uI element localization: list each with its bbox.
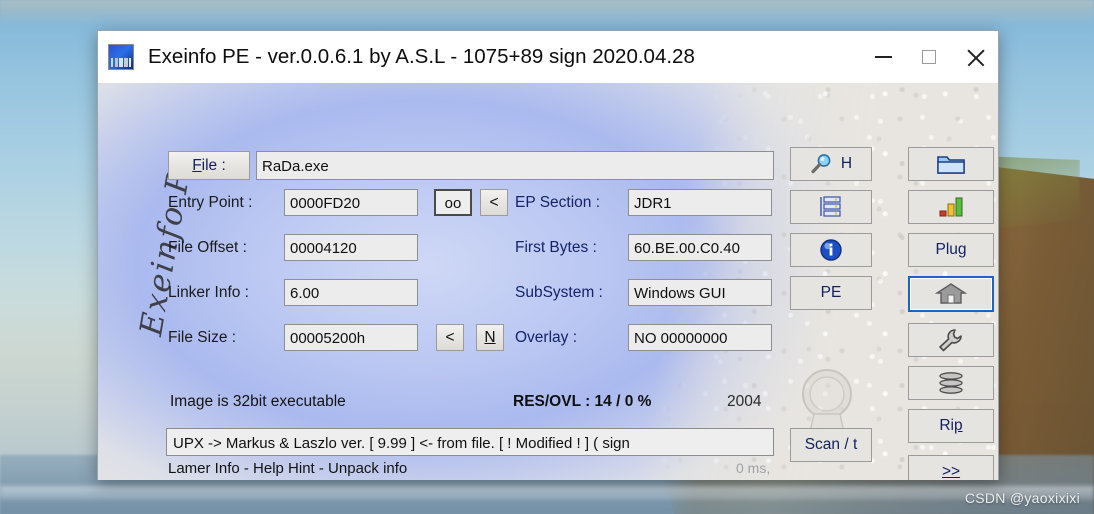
plugins-button-label: Plug bbox=[935, 241, 967, 258]
plugins-button[interactable]: Plug bbox=[908, 233, 994, 267]
home-button[interactable] bbox=[908, 276, 994, 312]
first-bytes-input[interactable]: 60.BE.00.C0.40 bbox=[628, 234, 772, 261]
linker-info-label: Linker Info : bbox=[168, 284, 249, 301]
window-controls bbox=[860, 31, 998, 83]
stack-icon bbox=[939, 372, 963, 394]
detection-result-field[interactable]: UPX -> Markus & Laszlo ver. [ 9.99 ] <- … bbox=[166, 428, 774, 456]
title-bar: Exeinfo PE - ver.0.0.6.1 by A.S.L - 1075… bbox=[98, 31, 998, 83]
linker-info-input[interactable]: 6.00 bbox=[284, 279, 418, 306]
hex-viewer-button[interactable]: H bbox=[790, 147, 872, 181]
size-prev-button[interactable]: < bbox=[436, 324, 464, 351]
hint-line-text: Lamer Info - Help Hint - Unpack info bbox=[168, 460, 408, 477]
file-offset-input[interactable]: 00004120 bbox=[284, 234, 418, 261]
file-size-label: File Size : bbox=[168, 329, 237, 346]
size-n-button-label: N bbox=[484, 328, 496, 346]
csdn-watermark: CSDN @yaoxixixi bbox=[964, 490, 1080, 506]
tools-button[interactable] bbox=[908, 323, 994, 357]
about-button[interactable] bbox=[790, 233, 872, 267]
exeinfo-app-icon bbox=[108, 44, 134, 70]
minimize-button[interactable] bbox=[860, 31, 906, 83]
ep-prev-button[interactable]: < bbox=[480, 189, 508, 216]
exeinfo-signature-watermark: Exeinfo Pe bbox=[133, 148, 201, 339]
oo-button[interactable]: oo bbox=[434, 189, 472, 216]
window-title: Exeinfo PE - ver.0.0.6.1 by A.S.L - 1075… bbox=[148, 45, 695, 68]
folder-icon bbox=[937, 156, 965, 174]
bar-chart-icon bbox=[939, 197, 963, 217]
list-icon bbox=[820, 196, 841, 217]
pe-header-button[interactable]: PE bbox=[790, 276, 872, 310]
subsystem-input[interactable]: Windows GUI bbox=[628, 279, 772, 306]
file-button[interactable]: File : bbox=[168, 151, 250, 180]
close-icon bbox=[966, 48, 985, 67]
overlay-label: Overlay : bbox=[515, 329, 578, 346]
info-icon bbox=[820, 239, 842, 261]
rip-button[interactable]: Rip bbox=[908, 409, 994, 443]
file-size-input[interactable]: 00005200h bbox=[284, 324, 418, 351]
section-list-button[interactable] bbox=[790, 190, 872, 224]
ep-section-label: EP Section : bbox=[515, 194, 601, 211]
client-area: Exeinfo Pe File : RaDa.exe Entry Point :… bbox=[98, 83, 998, 480]
subsystem-label: SubSystem : bbox=[515, 284, 603, 301]
exeinfo-pe-window: Exeinfo PE - ver.0.0.6.1 by A.S.L - 1075… bbox=[97, 30, 999, 480]
home-icon bbox=[935, 283, 967, 304]
file-button-label: File : bbox=[192, 156, 226, 174]
maximize-button[interactable] bbox=[906, 31, 952, 83]
magnifier-icon bbox=[811, 154, 831, 174]
rip-button-label: Rip bbox=[939, 417, 963, 434]
more-button[interactable]: >> bbox=[908, 455, 994, 480]
scan-t-button[interactable]: Scan / t bbox=[790, 428, 872, 462]
wallpaper-haze bbox=[0, 0, 1094, 26]
ep-section-input[interactable]: JDR1 bbox=[628, 189, 772, 216]
elapsed-time-text: 0 ms, bbox=[736, 460, 771, 476]
maximize-icon bbox=[922, 50, 936, 64]
hex-viewer-label: H bbox=[840, 155, 853, 172]
file-offset-label: File Offset : bbox=[168, 239, 247, 256]
image-status-text: Image is 32bit executable bbox=[170, 393, 346, 410]
desktop-wallpaper: CSDN @yaoxixixi Exeinfo PE - ver.0.0.6.1… bbox=[0, 0, 1094, 514]
minimize-icon bbox=[874, 56, 892, 58]
compiled-year-text: 2004 bbox=[727, 393, 762, 410]
res-ovl-text: RES/OVL : 14 / 0 % bbox=[513, 393, 652, 410]
first-bytes-label: First Bytes : bbox=[515, 239, 597, 256]
entropy-button[interactable] bbox=[908, 190, 994, 224]
overlay-input[interactable]: NO 00000000 bbox=[628, 324, 772, 351]
more-button-label: >> bbox=[941, 463, 961, 480]
sections-button[interactable] bbox=[908, 366, 994, 400]
file-path-input[interactable]: RaDa.exe bbox=[256, 151, 774, 180]
wallpaper-foam bbox=[0, 486, 1094, 500]
open-file-button[interactable] bbox=[908, 147, 994, 181]
close-button[interactable] bbox=[952, 31, 998, 83]
entry-point-input[interactable]: 0000FD20 bbox=[284, 189, 418, 216]
entry-point-label: Entry Point : bbox=[168, 194, 253, 211]
size-n-button[interactable]: N bbox=[476, 324, 504, 351]
wrench-icon bbox=[939, 329, 962, 352]
